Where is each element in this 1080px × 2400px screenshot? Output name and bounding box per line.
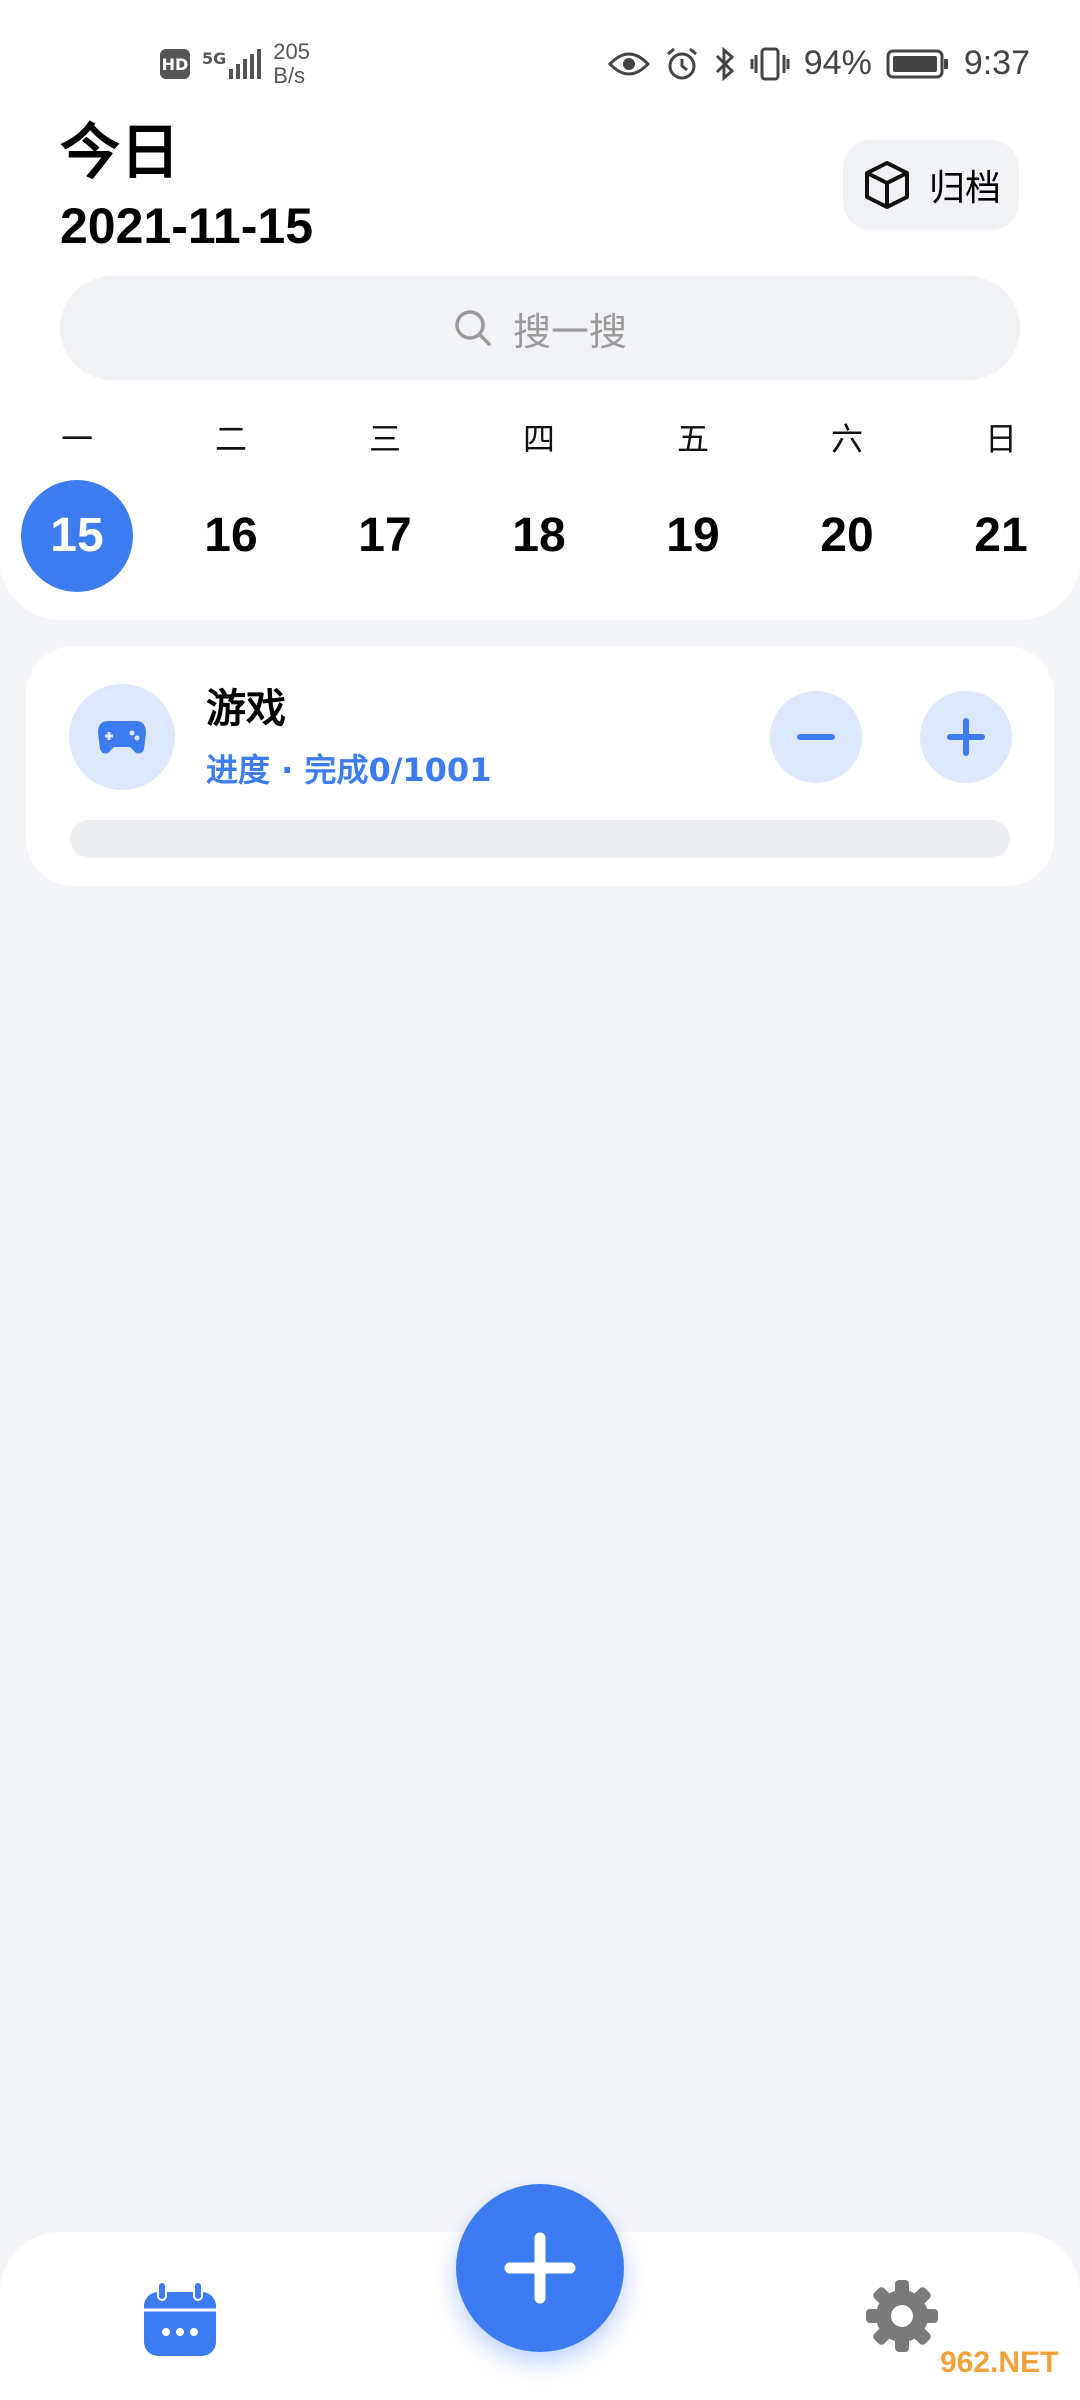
nav-calendar-button[interactable] — [138, 2278, 222, 2366]
weekday-label: 四 — [522, 420, 555, 458]
day-16[interactable]: 16 — [171, 506, 291, 566]
nav-settings-button[interactable] — [862, 2276, 942, 2360]
eye-icon — [607, 52, 650, 75]
bluetooth-icon — [715, 46, 734, 81]
archive-button[interactable]: 归档 — [843, 140, 1019, 230]
task-icon-circle — [69, 684, 175, 790]
day-21[interactable]: 21 — [941, 506, 1061, 566]
clock: 9:37 — [963, 44, 1030, 82]
weekday-label: 六 — [830, 420, 863, 458]
status-bar: HD 5G 205 B/s 94% 9:37 — [0, 0, 1080, 130]
increment-button[interactable] — [920, 691, 1012, 783]
weekday-label: 一 — [60, 420, 93, 458]
day-20[interactable]: 20 — [787, 506, 907, 566]
task-progress-text: 进度 · 完成0/1001 — [206, 751, 492, 789]
battery-icon — [886, 49, 948, 78]
weekday-label: 日 — [984, 420, 1017, 458]
task-name: 游戏 — [206, 686, 286, 732]
net-speed: 205 B/s — [273, 39, 310, 88]
current-date: 2021-11-15 — [60, 198, 314, 254]
network-type: 5G — [202, 49, 227, 68]
battery-percent: 94% — [803, 44, 872, 82]
day-18[interactable]: 18 — [479, 506, 599, 566]
day-17[interactable]: 17 — [325, 506, 445, 566]
signal-icon: 5G — [202, 49, 262, 79]
calendar-icon — [144, 2281, 216, 2356]
alarm-icon — [666, 47, 697, 79]
hd-badge: HD — [160, 49, 190, 79]
status-left: HD 5G 205 B/s — [160, 40, 310, 88]
search-icon — [455, 310, 491, 346]
minus-icon — [797, 734, 835, 740]
weekday-header: 一 二 三 四 五 六 日 — [0, 410, 1080, 470]
day-19[interactable]: 19 — [633, 506, 753, 566]
plus-icon — [504, 2232, 576, 2304]
cube-icon — [864, 161, 909, 209]
plus-icon — [947, 718, 985, 756]
search-placeholder: 搜一搜 — [512, 309, 627, 354]
gamepad-icon — [98, 721, 146, 754]
vibrate-icon — [750, 47, 790, 80]
weekday-label: 二 — [214, 420, 247, 458]
weekday-label: 三 — [368, 420, 401, 458]
task-card[interactable]: 游戏 进度 · 完成0/1001 — [26, 646, 1054, 886]
add-task-button[interactable] — [456, 2184, 624, 2352]
archive-label: 归档 — [928, 168, 1001, 209]
gear-icon — [866, 2280, 938, 2352]
day-15-selected[interactable]: 15 — [21, 480, 133, 592]
search-input[interactable]: 搜一搜 — [60, 276, 1020, 380]
task-progress-bar — [70, 820, 1010, 858]
decrement-button[interactable] — [770, 691, 862, 783]
watermark: 962.NET — [940, 2346, 1059, 2379]
weekday-label: 五 — [676, 420, 709, 458]
status-right: 94% 9:37 — [607, 44, 1030, 83]
page-title: 今日 — [60, 118, 180, 188]
day-selector: 15 16 17 18 19 20 21 — [0, 480, 1080, 594]
